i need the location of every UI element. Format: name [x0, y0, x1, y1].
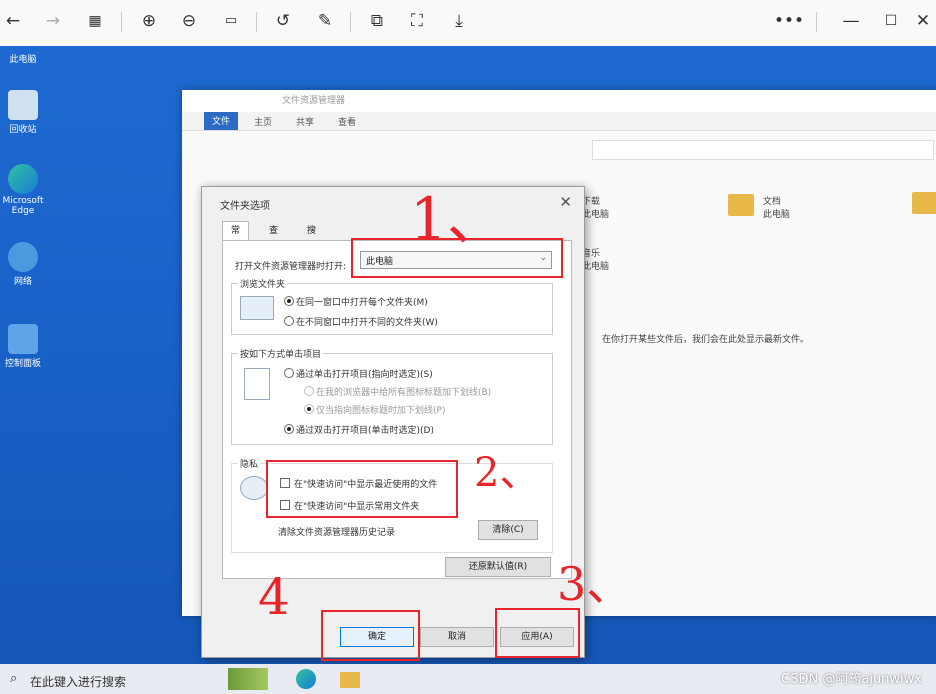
zoom-out-icon[interactable]: ⊖: [176, 8, 202, 34]
radio-label: 在我的浏览器中给所有图标标题加下划线(B): [316, 388, 492, 398]
taskbar-search-input[interactable]: 在此键入进行搜索: [30, 673, 126, 690]
viewer-toolbar: ← → ▦ ⊕ ⊖ ▭ ↺ ✎ ⧉ ⛶ ⤓ ••• — ☐ ✕: [0, 0, 936, 46]
desktop-icon-label: Microsoft Edge: [2, 196, 44, 216]
minimize-icon[interactable]: —: [838, 8, 864, 34]
folder-downloads[interactable]: 下载 此电脑: [582, 194, 609, 220]
desktop-icon-this-pc[interactable]: 此电脑: [0, 52, 46, 65]
maximize-icon[interactable]: ☐: [878, 8, 904, 34]
explorer-ribbon: 文件 主页 共享 查看: [182, 112, 936, 131]
general-panel: 打开文件资源管理器时打开: 浏览文件夹 在同一窗口中打开每个文件夹(M) 在不同…: [222, 240, 572, 579]
browse-folders-group: 浏览文件夹 在同一窗口中打开每个文件夹(M) 在不同窗口中打开不同的文件夹(W): [231, 277, 553, 335]
search-icon[interactable]: ⌕: [10, 671, 17, 686]
radio-label: 仅当指向图标标题时加下划线(P): [316, 406, 446, 416]
radio-same-window[interactable]: [284, 296, 294, 306]
desktop-icon-recycle-bin[interactable]: 回收站: [0, 90, 46, 135]
tab-search[interactable]: 搜索: [298, 221, 325, 255]
annotation-number-1: 1、: [410, 185, 505, 253]
radio-new-window[interactable]: [284, 316, 294, 326]
radio-label: 通过单击打开项目(指向时选定)(S): [296, 370, 433, 380]
click-items-group: 按如下方式单击项目 通过单击打开项目(指向时选定)(S) 在我的浏览器中给所有图…: [231, 347, 553, 445]
ribbon-tab-home[interactable]: 主页: [254, 115, 272, 128]
group-title: 隐私: [238, 457, 261, 470]
browse-illustration-icon: [240, 296, 274, 320]
folder-partial[interactable]: [912, 192, 936, 214]
plant-icon: [228, 668, 268, 690]
clear-button[interactable]: 清除(C): [478, 520, 538, 540]
desktop-icon-edge[interactable]: Microsoft Edge: [0, 164, 46, 216]
radio-underline-all[interactable]: [304, 386, 314, 396]
network-icon: [8, 242, 38, 272]
desktop-icon-label: 控制面板: [4, 359, 41, 369]
folder-location: 此电脑: [762, 210, 790, 220]
back-arrow-icon[interactable]: ←: [0, 8, 26, 34]
radio-single-click[interactable]: [284, 368, 294, 378]
rotate-icon[interactable]: ↺: [270, 8, 296, 34]
annotation-number-3: 3、: [557, 557, 633, 611]
clear-history-label: 清除文件资源管理器历史记录: [278, 528, 396, 538]
radio-label: 在同一窗口中打开每个文件夹(M): [296, 298, 428, 308]
privacy-illustration-icon: [240, 476, 268, 500]
radio-double-click[interactable]: [284, 424, 294, 434]
annotation-number-2: 2、: [474, 450, 540, 496]
address-bar[interactable]: [592, 140, 934, 160]
radio-label: 在不同窗口中打开不同的文件夹(W): [296, 318, 438, 328]
close-icon[interactable]: ✕: [559, 193, 572, 211]
tab-general[interactable]: 常规: [222, 221, 250, 255]
desktop-icon-label: 网络: [13, 277, 32, 287]
desktop-icon-label: 此电脑: [9, 55, 37, 65]
desktop-icon-label: 回收站: [9, 125, 37, 135]
folder-location: 此电脑: [582, 210, 610, 220]
dialog-title: 文件夹选项: [220, 201, 270, 212]
edge-icon: [8, 164, 38, 194]
actual-size-icon[interactable]: ▭: [218, 8, 244, 34]
folder-icon: [912, 192, 936, 214]
folder-location: 此电脑: [582, 262, 610, 272]
photo-canvas: 此电脑 回收站 Microsoft Edge 网络 控制面板 文件资源管理器 文…: [0, 46, 936, 694]
folder-music[interactable]: 音乐 此电脑: [582, 246, 609, 272]
fit-icon[interactable]: ⛶: [404, 8, 430, 34]
cursor-illustration-icon: [244, 368, 270, 400]
folder-icon: [728, 194, 754, 216]
control-panel-icon: [8, 324, 38, 354]
tab-view[interactable]: 查看: [260, 221, 287, 255]
edit-icon[interactable]: ✎: [312, 8, 338, 34]
ribbon-tab-share[interactable]: 共享: [296, 115, 314, 128]
desktop-icon-control-panel[interactable]: 控制面板: [0, 324, 46, 369]
watermark: CSDN @阿筠ajunwiwx: [781, 672, 922, 687]
annotation-box-2: [266, 460, 458, 518]
annotation-box-4: [321, 610, 420, 661]
group-title: 按如下方式单击项目: [238, 347, 324, 360]
open-explorer-label: 打开文件资源管理器时打开:: [235, 262, 347, 272]
forward-arrow-icon[interactable]: →: [40, 8, 66, 34]
edge-icon[interactable]: [296, 669, 316, 689]
annotation-number-4: 4: [258, 568, 290, 626]
more-icon[interactable]: •••: [774, 8, 804, 34]
recent-files-empty-text: 在你打开某些文件后，我们会在此处显示最新文件。: [602, 335, 810, 345]
desktop-icon-network[interactable]: 网络: [0, 242, 46, 287]
grid-icon[interactable]: ▦: [82, 8, 108, 34]
zoom-in-icon[interactable]: ⊕: [136, 8, 162, 34]
radio-underline-point[interactable]: [304, 404, 314, 414]
save-icon[interactable]: ⤓: [446, 8, 472, 34]
cancel-button[interactable]: 取消: [420, 627, 494, 647]
restore-defaults-button[interactable]: 还原默认值(R): [445, 557, 551, 577]
annotation-box-3: [495, 608, 580, 658]
close-icon[interactable]: ✕: [910, 8, 936, 34]
recycle-bin-icon: [8, 90, 38, 120]
file-explorer-icon[interactable]: [340, 672, 360, 688]
radio-label: 通过双击打开项目(单击时选定)(D): [296, 426, 434, 436]
crop-icon[interactable]: ⧉: [364, 8, 390, 34]
group-title: 浏览文件夹: [238, 277, 288, 290]
folder-documents[interactable]: 文档 此电脑: [728, 194, 790, 220]
ribbon-tab-file[interactable]: 文件: [204, 112, 239, 130]
folder-name: 文档: [762, 197, 781, 207]
ribbon-tab-view[interactable]: 查看: [338, 115, 356, 128]
explorer-title: 文件资源管理器: [182, 90, 936, 112]
